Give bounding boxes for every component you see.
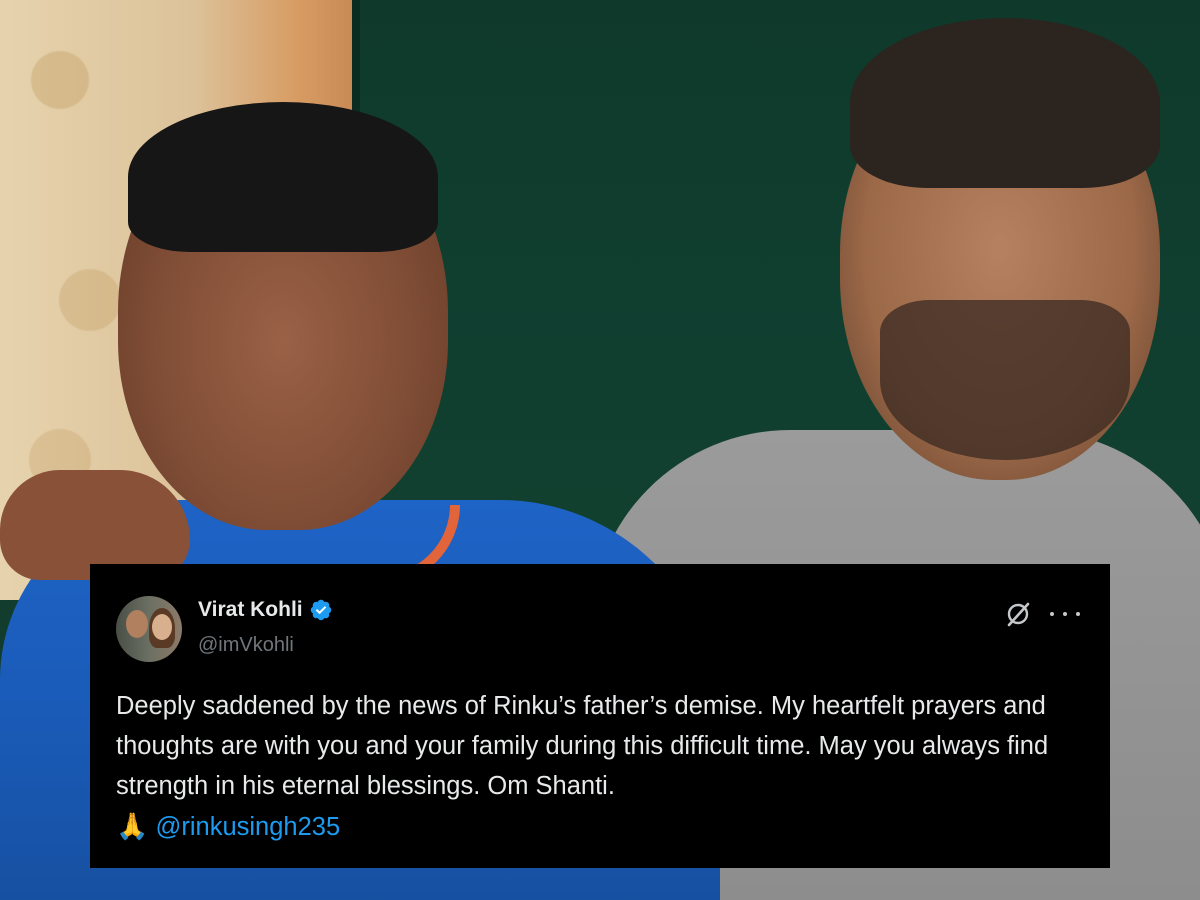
author-name[interactable]: Virat Kohli xyxy=(198,598,303,622)
author-handle[interactable]: @imVkohli xyxy=(198,634,294,657)
tweet-text: Deeply saddened by the news of Rinku’s f… xyxy=(116,692,1049,800)
folded-hands-emoji: 🙏 xyxy=(116,811,149,841)
author-row: Virat Kohli xyxy=(198,598,333,622)
verified-badge-icon xyxy=(310,599,331,621)
more-options-icon[interactable] xyxy=(1050,602,1080,626)
tweet-body: Deeply saddened by the news of Rinku’s f… xyxy=(116,686,1076,847)
avatar[interactable] xyxy=(116,596,182,662)
tweet-card: Virat Kohli @imVkohli Deeply saddened by… xyxy=(90,564,1110,868)
mention-link[interactable]: @rinkusingh235 xyxy=(155,813,340,841)
grok-icon[interactable] xyxy=(1004,600,1032,628)
